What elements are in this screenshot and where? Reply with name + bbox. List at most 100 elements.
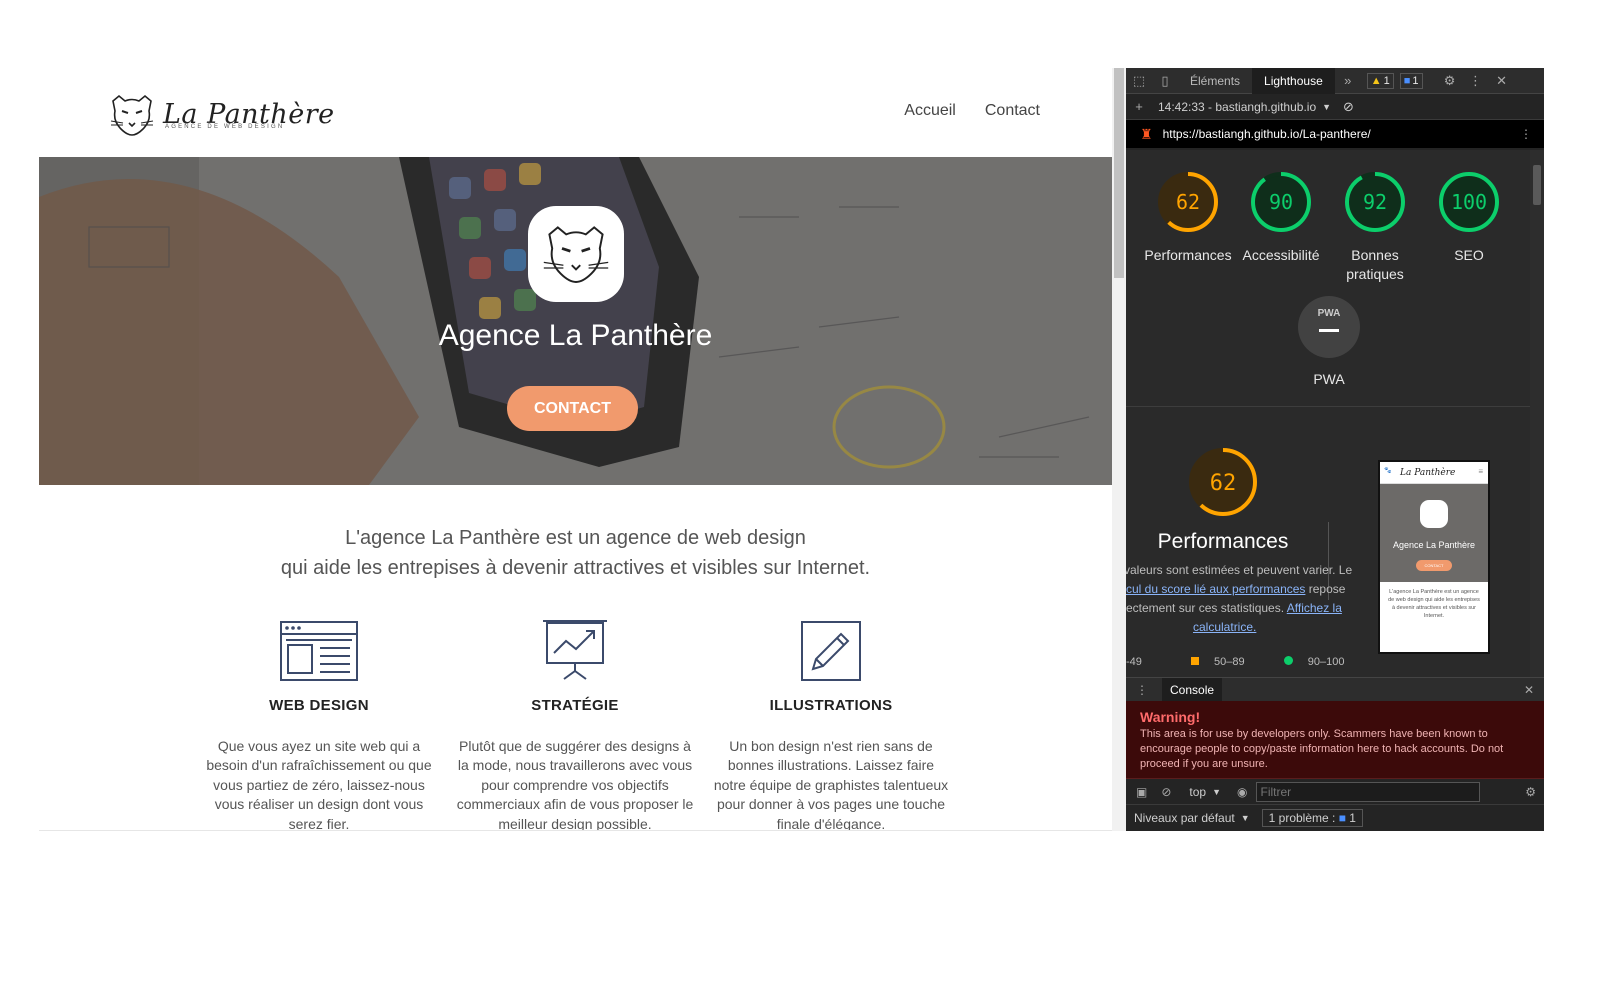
gauge-pwa[interactable]: PWA PWA — [1281, 296, 1377, 389]
service-text: Plutôt que de suggérer des designs à la … — [456, 738, 694, 831]
tab-elements[interactable]: Éléments — [1178, 68, 1252, 94]
close-devtools-icon[interactable]: ✕ — [1489, 68, 1515, 94]
calculator-link[interactable]: Affichez la — [1287, 601, 1342, 615]
console-warning: Warning! This area is for use by develop… — [1126, 701, 1544, 779]
thumb-logo-title: La Panthère — [1400, 468, 1456, 478]
score-calc-link[interactable]: cul du score lié aux performances — [1126, 582, 1305, 596]
services-section: WEB DESIGN Que vous ayez un site web qui… — [199, 613, 979, 831]
calculator-link-cont[interactable]: calculatrice. — [1193, 620, 1256, 634]
clear-reports-icon[interactable]: ⊘ — [1343, 99, 1354, 115]
service-text: Que vous ayez un site web qui a besoin d… — [206, 738, 432, 831]
legend-pass-dot — [1283, 656, 1293, 665]
warning-text: This area is for use by developers only.… — [1140, 728, 1504, 770]
main-nav: Accueil Contact — [904, 102, 1040, 120]
gauge-best-practices[interactable]: 92 Bonnes pratiques — [1327, 170, 1423, 284]
thumb-header: 🐾 La Panthère ≡ — [1380, 462, 1488, 484]
issues-count: 1 — [1349, 811, 1356, 825]
contact-button[interactable]: CONTACT — [507, 386, 638, 431]
warning-title: Warning! — [1140, 709, 1201, 725]
context-selector[interactable]: top — [1189, 785, 1206, 799]
warnings-badge[interactable]: ▲ 1 — [1366, 72, 1394, 89]
thumb-hero: Agence La Panthère CONTACT — [1380, 484, 1488, 582]
gauge-label: SEO — [1454, 247, 1484, 263]
divider — [1126, 406, 1530, 407]
gauge-performance[interactable]: 62 Performances — [1140, 170, 1236, 265]
kebab-menu-icon[interactable]: ⋮ — [1463, 68, 1489, 94]
report-menu-icon[interactable]: ⋮ — [1520, 127, 1532, 141]
new-report-icon[interactable]: + — [1126, 94, 1152, 120]
gauge-label: Performances — [1144, 247, 1232, 263]
gauge-label: Accessibilité — [1242, 247, 1320, 263]
more-tabs-icon[interactable]: » — [1335, 68, 1361, 94]
intro-line-2: qui aide les entrepises à devenir attrac… — [280, 557, 871, 579]
perf-gauge-ring: 62 — [1189, 448, 1257, 516]
thumb-hero-title: Agence La Panthère — [1392, 540, 1476, 550]
report-url-bar: ♜ https://bastiangh.github.io/La-panther… — [1126, 120, 1544, 148]
chevron-down-icon[interactable]: ▼ — [1322, 102, 1331, 112]
device-toolbar-icon[interactable]: ▯ — [1152, 68, 1178, 94]
perf-desc-text: ectement sur ces statistiques. — [1126, 601, 1287, 615]
close-drawer-icon[interactable]: ✕ — [1524, 683, 1534, 697]
log-levels-dropdown[interactable]: Niveaux par défaut — [1134, 811, 1235, 825]
inspect-element-icon[interactable]: ⬚ — [1126, 68, 1152, 94]
perf-desc-line1: valeurs sont estimées et peuvent varier.… — [1126, 563, 1353, 577]
presentation-chart-icon — [543, 620, 607, 680]
chevron-down-icon[interactable]: ▼ — [1241, 813, 1250, 823]
intro-text: L'agence La Panthère est un agence de we… — [39, 523, 1112, 583]
score-legend: -49 50–89 90–100 — [1126, 656, 1386, 668]
devtools-panel: ⬚ ▯ Éléments Lighthouse » ▲ 1 ■ 1 ⚙ ⋮ ✕ … — [1126, 68, 1544, 831]
page-scrollbar[interactable] — [1112, 68, 1126, 831]
clear-console-icon[interactable]: ⊘ — [1161, 785, 1171, 799]
chevron-down-icon[interactable]: ▼ — [1212, 787, 1221, 797]
console-settings-icon[interactable]: ⚙ — [1525, 785, 1536, 799]
perf-description: valeurs sont estimées et peuvent varier.… — [1126, 561, 1356, 637]
settings-gear-icon[interactable]: ⚙ — [1437, 68, 1463, 94]
service-web-design: WEB DESIGN Que vous ayez un site web qui… — [199, 613, 439, 831]
gauge-score: 100 — [1450, 190, 1488, 214]
nav-link-contact[interactable]: Contact — [985, 102, 1040, 120]
messages-count: 1 — [1412, 74, 1419, 87]
hero-content: Agence La Panthère CONTACT — [39, 157, 1112, 485]
tab-console[interactable]: Console — [1162, 677, 1223, 702]
hero-logo-badge — [528, 206, 624, 302]
site-logo[interactable]: La Panthère AGENCE DE WEB DESIGN — [107, 93, 335, 137]
drawer-menu-icon[interactable]: ⋮ — [1136, 683, 1148, 697]
panther-head-icon — [543, 226, 609, 283]
page-scrollbar-thumb[interactable] — [1114, 68, 1124, 278]
perf-title: Performances — [1157, 530, 1289, 553]
panther-logo-icon — [110, 94, 154, 136]
warning-icon: ▲ — [1370, 74, 1382, 87]
console-status-bar: Niveaux par défaut ▼ 1 problème : ■ 1 — [1126, 805, 1544, 831]
tab-lighthouse[interactable]: Lighthouse — [1252, 68, 1335, 94]
thumb-logo-icon: 🐾 — [1384, 468, 1392, 474]
report-selector[interactable]: 14:42:33 - bastiangh.github.io — [1158, 100, 1316, 114]
gauge-score: 92 — [1362, 190, 1388, 214]
final-screenshot-thumbnail[interactable]: 🐾 La Panthère ≡ Agence La Panthère CONTA… — [1378, 460, 1490, 654]
logo-tagline: AGENCE DE WEB DESIGN — [165, 124, 285, 130]
performance-section-header: 62 Performances — [1148, 445, 1298, 554]
lighthouse-report-bar: + 14:42:33 - bastiangh.github.io ▼ ⊘ — [1126, 94, 1544, 120]
perf-gauge-score: 62 — [1210, 471, 1237, 496]
sidebar-toggle-icon[interactable]: ▣ — [1136, 785, 1147, 799]
console-filter-input[interactable] — [1255, 781, 1480, 802]
report-url[interactable]: https://bastiangh.github.io/La-panthere/ — [1163, 127, 1371, 141]
lighthouse-report: 62 Performances 90 Accessibilité 92 Bonn… — [1126, 150, 1530, 677]
issues-button[interactable]: 1 problème : ■ 1 — [1261, 809, 1363, 827]
lighthouse-icon: ♜ — [1140, 125, 1153, 142]
gauge-seo[interactable]: 100 SEO — [1421, 170, 1517, 265]
gauge-accessibility[interactable]: 90 Accessibilité — [1233, 170, 1329, 265]
lighthouse-scrollbar-thumb[interactable] — [1533, 165, 1541, 205]
lighthouse-scrollbar[interactable] — [1530, 150, 1544, 677]
live-expression-eye-icon[interactable]: ◉ — [1237, 785, 1247, 799]
legend-average: 50–89 — [1214, 656, 1245, 668]
service-title: ILLUSTRATIONS — [769, 697, 893, 714]
service-title: STRATÉGIE — [531, 697, 619, 714]
nav-link-accueil[interactable]: Accueil — [904, 102, 956, 120]
hero-banner: Agence La Panthère CONTACT — [39, 157, 1112, 485]
pwa-badge: PWA — [1298, 296, 1360, 358]
issue-icon: ■ — [1338, 811, 1346, 825]
messages-badge[interactable]: ■ 1 — [1399, 72, 1423, 89]
gauge-score: 90 — [1268, 190, 1294, 214]
issues-label: 1 problème : — [1268, 811, 1336, 825]
drawer-tabbar: ⋮ Console ✕ — [1126, 677, 1544, 702]
